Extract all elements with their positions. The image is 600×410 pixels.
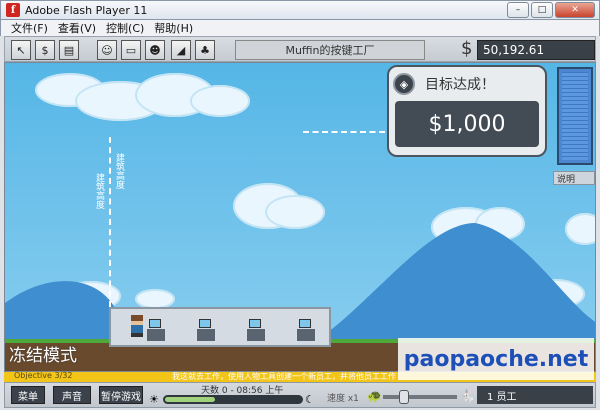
menu-bar: 文件(F) 查看(V) 控制(C) 帮助(H) (0, 20, 600, 36)
game-scene[interactable]: 建筑高度 建筑高度 冻结模式 ◈ 目标达成！ $1,000 说明 (4, 62, 596, 372)
day-progress-bar (163, 395, 303, 404)
menu-control[interactable]: 控制(C) (106, 20, 144, 36)
objective-complete-popup[interactable]: ◈ 目标达成！ $1,000 (387, 65, 547, 157)
rabbit-icon: 🐇 (460, 389, 475, 403)
currency-symbol: $ (461, 38, 473, 59)
add-desk-icon: ▭ (125, 43, 137, 57)
money-display: 50,192.61 (477, 40, 595, 60)
add-team-icon: ☻ (149, 43, 161, 57)
pause-button[interactable]: 暂停游戏 (99, 386, 143, 404)
add-plant-button[interactable]: ♣ (195, 40, 215, 60)
building-minimap[interactable] (557, 67, 593, 165)
window-title: Adobe Flash Player 11 (25, 3, 148, 17)
trophy-icon: ◈ (393, 73, 415, 95)
select-tool-icon: ↖ (16, 43, 26, 57)
desk[interactable] (147, 329, 165, 341)
monitor (299, 319, 311, 328)
day-progress-fill (165, 397, 215, 402)
flash-logo-icon: f (6, 3, 20, 17)
bottom-bar: 菜单 声音 暂停游戏 天数 0 - 08:56 上午 ☀ ☾ 速度 x1 🐢 🐇… (4, 382, 596, 408)
add-plant-icon: ♣ (200, 43, 210, 57)
desk[interactable] (297, 329, 315, 341)
add-worker-button[interactable]: ☺ (97, 40, 117, 60)
add-team-button[interactable]: ☻ (145, 40, 165, 60)
measure-label-right: 建筑高度 (114, 153, 124, 189)
sun-icon: ☀ (149, 393, 159, 406)
worker-character[interactable] (131, 315, 143, 337)
objective-complete-title: 目标达成！ (425, 77, 495, 93)
employee-count: 1 员工 (477, 386, 593, 404)
factory-name: Muffin的按键工厂 (235, 40, 425, 60)
menu-button[interactable]: 菜单 (11, 386, 45, 404)
add-stairs-icon: ◢ (176, 43, 186, 57)
dollar-tool-icon: $ (41, 43, 49, 57)
add-worker-icon: ☺ (101, 43, 113, 57)
desk[interactable] (247, 329, 265, 341)
objective-reward: $1,000 (395, 101, 539, 147)
objective-counter: Objective 3/32 (14, 371, 73, 380)
document-tool-button[interactable]: ▤ (59, 40, 79, 60)
menu-help[interactable]: 帮助(H) (154, 20, 193, 36)
sound-button[interactable]: 声音 (53, 386, 91, 404)
help-button[interactable]: 说明 (553, 171, 595, 185)
monitor (249, 319, 261, 328)
close-button[interactable]: ✕ (555, 2, 595, 18)
game-toolbar: ↖ $ ▤ ☺ ▭ ☻ ◢ ♣ Muffin的按键工厂 $ 50,192.61 (4, 36, 596, 62)
objective-message: 我这就去工作，使用人物工具创建一个新员工，并将他员工工作 (172, 372, 396, 381)
minimap-grid (562, 72, 588, 160)
maximize-button[interactable]: □ (531, 2, 553, 18)
select-tool-button[interactable]: ↖ (11, 40, 31, 60)
title-bar: f Adobe Flash Player 11 – □ ✕ (0, 0, 600, 20)
add-stairs-button[interactable]: ◢ (171, 40, 191, 60)
menu-file[interactable]: 文件(F) (11, 20, 48, 36)
freeze-mode-label: 冻结模式 (9, 346, 77, 366)
minimize-button[interactable]: – (507, 2, 529, 18)
monitor (149, 319, 161, 328)
turtle-icon: 🐢 (367, 389, 382, 403)
monitor (199, 319, 211, 328)
add-desk-button[interactable]: ▭ (121, 40, 141, 60)
desk[interactable] (197, 329, 215, 341)
menu-view[interactable]: 查看(V) (58, 20, 96, 36)
watermark: paopaoche.net (398, 338, 594, 380)
factory-building[interactable] (109, 307, 331, 347)
height-measure-line (109, 137, 111, 307)
moon-icon: ☾ (305, 393, 315, 406)
measure-label-left: 建筑高度 (94, 173, 104, 209)
speed-slider-knob[interactable] (399, 390, 409, 404)
finance-tool-button[interactable]: $ (35, 40, 55, 60)
speed-label: 速度 x1 (327, 394, 359, 404)
goal-pointer-line (303, 131, 385, 133)
speed-slider[interactable] (383, 390, 457, 404)
document-tool-icon: ▤ (63, 43, 75, 57)
cloud (190, 85, 250, 117)
